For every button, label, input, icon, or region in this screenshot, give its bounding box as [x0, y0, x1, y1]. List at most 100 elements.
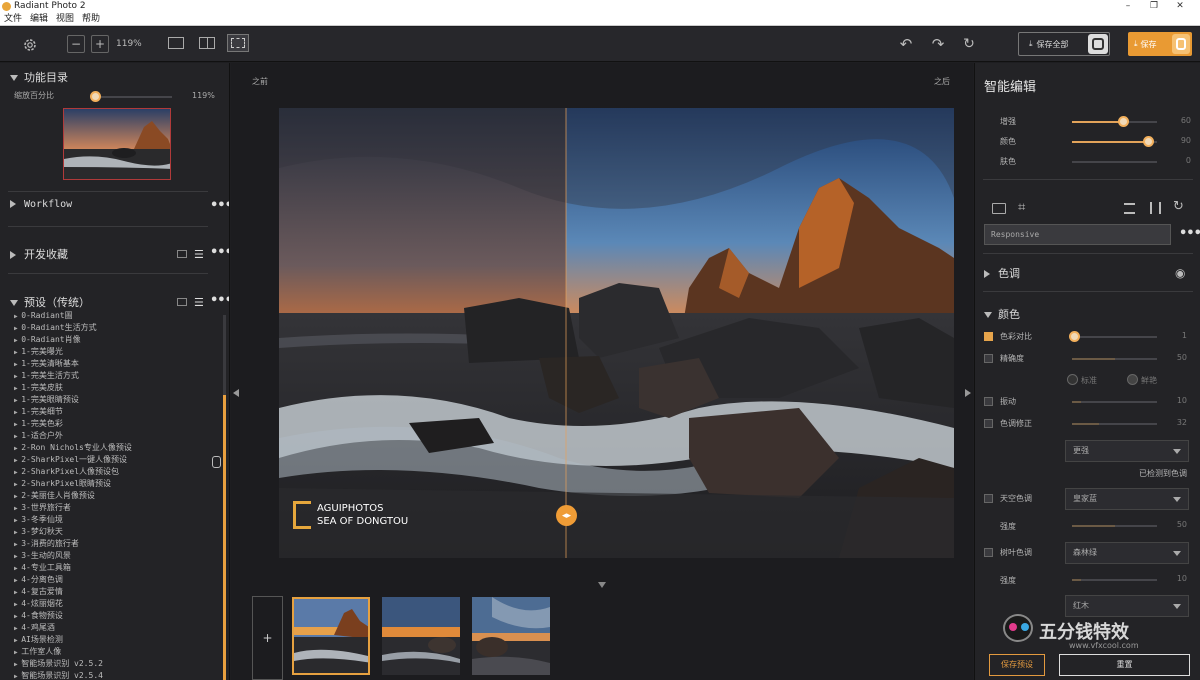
collapse-right-panel-icon[interactable] — [965, 389, 971, 397]
preset-item[interactable]: 4-分离色调 — [14, 574, 214, 586]
collapse-left-panel-icon[interactable] — [233, 389, 239, 397]
save-preset-button[interactable]: 保存预设 — [989, 654, 1045, 676]
enhance-slider[interactable] — [1072, 116, 1157, 127]
vivid-radio[interactable] — [1127, 374, 1138, 385]
color-knob[interactable] — [1143, 136, 1154, 147]
split-view-icon[interactable] — [227, 34, 249, 52]
color-contrast-checkbox[interactable] — [984, 332, 993, 341]
filmstrip-thumb-2[interactable] — [382, 597, 460, 675]
save-options-toggle-icon[interactable] — [1172, 34, 1190, 54]
preset-item[interactable]: 4-食物预设 — [14, 610, 214, 622]
vibrance-checkbox[interactable] — [984, 397, 993, 406]
color-contrast-slider[interactable] — [1069, 331, 1157, 342]
preset-item[interactable]: 4-复古爱情 — [14, 586, 214, 598]
grid-view-icon[interactable] — [177, 298, 187, 306]
workflow-header[interactable]: Workflow — [10, 199, 72, 210]
menu-view[interactable]: 视图 — [52, 13, 78, 26]
reset-button[interactable]: 重置 — [1059, 654, 1190, 676]
profile-select[interactable]: Responsive — [984, 224, 1171, 245]
preset-item[interactable]: 2-SharkPixel眼睛预设 — [14, 478, 214, 490]
preset-item[interactable]: 智能场景识别 v2.5.4 — [14, 670, 214, 680]
favorites-more-icon[interactable]: ••• — [210, 245, 229, 260]
foliage-strength-slider[interactable] — [1072, 579, 1157, 581]
menu-help[interactable]: 帮助 — [78, 13, 104, 26]
minimize-button[interactable]: – — [1118, 0, 1138, 13]
single-view-icon[interactable] — [168, 37, 184, 49]
preset-item[interactable]: 0-Radiant生活方式 — [14, 322, 214, 334]
menu-file[interactable]: 文件 — [0, 13, 26, 26]
visibility-eye-icon[interactable]: ◉ — [1175, 266, 1185, 280]
sky-strength-slider[interactable] — [1072, 525, 1157, 527]
image-icon[interactable] — [992, 203, 1006, 214]
foliage-tone-select[interactable]: 森林绿 — [1065, 542, 1189, 564]
preset-item[interactable]: AI场景检测 — [14, 634, 214, 646]
presets-header[interactable]: 预设（传统） — [10, 294, 90, 310]
panel-link-toggle-icon[interactable] — [212, 456, 221, 468]
zoom-percent-slider[interactable] — [90, 91, 172, 102]
dev-favorites-header[interactable]: 开发收藏 — [10, 246, 68, 262]
enhance-knob[interactable] — [1118, 116, 1129, 127]
preset-item[interactable]: 4-专业工具箱 — [14, 562, 214, 574]
skin-tone-slider[interactable] — [1072, 161, 1157, 163]
settings-gear-icon[interactable] — [20, 35, 40, 55]
standard-radio[interactable] — [1067, 374, 1078, 385]
zoom-in-button[interactable]: + — [91, 35, 109, 53]
filmstrip-thumb-1[interactable] — [292, 597, 370, 675]
preset-item[interactable]: 3-梦幻秋天 — [14, 526, 214, 538]
preset-item[interactable]: 1-完美眼睛预设 — [14, 394, 214, 406]
foliage-color-select[interactable]: 红木 — [1065, 595, 1189, 617]
color-contrast-knob[interactable] — [1069, 331, 1080, 342]
crop-icon[interactable]: ⌗ — [1018, 200, 1025, 215]
preset-item[interactable]: 1-完美细节 — [14, 406, 214, 418]
preset-item[interactable]: 工作室人像 — [14, 646, 214, 658]
preset-item[interactable]: 3-世界旅行者 — [14, 502, 214, 514]
preset-item[interactable]: 0-Radiant圖 — [14, 310, 214, 322]
preset-item[interactable]: 智能场景识别 v2.5.2 — [14, 658, 214, 670]
add-image-button[interactable]: + — [252, 596, 283, 680]
preset-item[interactable]: 0-Radiant肖像 — [14, 334, 214, 346]
sky-tone-checkbox[interactable] — [984, 494, 993, 503]
filmstrip-thumb-3[interactable] — [472, 597, 550, 675]
split-handle-icon[interactable]: ◂▸ — [556, 505, 577, 526]
preset-item[interactable]: 1-适合户外 — [14, 430, 214, 442]
navigator-thumbnail[interactable] — [63, 108, 171, 180]
preset-item[interactable]: 1-完美色彩 — [14, 418, 214, 430]
color-header[interactable]: 颜色 — [984, 306, 1020, 322]
preset-item[interactable]: 3-消费的旅行者 — [14, 538, 214, 550]
preset-item[interactable]: 1-完美皮肤 — [14, 382, 214, 394]
close-button[interactable]: ✕ — [1170, 0, 1190, 13]
sky-tone-select[interactable]: 皇家蓝 — [1065, 488, 1189, 510]
preset-scrollbar-thumb[interactable] — [223, 395, 226, 680]
catalog-header[interactable]: 功能目录 — [10, 69, 68, 85]
preset-item[interactable]: 1-完美生活方式 — [14, 370, 214, 382]
preset-item[interactable]: 1-完美清晰基本 — [14, 358, 214, 370]
photo-preview[interactable]: ◂▸ AGUIPHOTOS SEA OF DONGTOU — [279, 108, 954, 558]
preset-item[interactable]: 4-炫丽烟花 — [14, 598, 214, 610]
flip-vertical-icon[interactable] — [1124, 203, 1135, 214]
menu-edit[interactable]: 编辑 — [26, 13, 52, 26]
vibrance-slider[interactable] — [1072, 401, 1157, 403]
cast-correction-slider[interactable] — [1072, 423, 1157, 425]
list-view-icon[interactable]: ☰ — [194, 248, 204, 261]
precision-checkbox[interactable] — [984, 354, 993, 363]
filmstrip-toggle-icon[interactable] — [598, 582, 606, 588]
side-by-side-view-icon[interactable] — [199, 37, 215, 49]
workflow-more-icon[interactable]: ••• — [210, 198, 229, 213]
preset-item[interactable]: 1-完美曝光 — [14, 346, 214, 358]
list-view-icon[interactable]: ☰ — [194, 296, 204, 309]
reset-rotate-icon[interactable]: ↻ — [960, 35, 978, 53]
zoom-out-button[interactable]: − — [67, 35, 85, 53]
rotate-icon[interactable]: ↻ — [1173, 199, 1184, 214]
redo-icon[interactable]: ↷ — [929, 35, 947, 53]
preset-scrollbar[interactable] — [223, 315, 226, 680]
preset-item[interactable]: 2-SharkPixel人像预设包 — [14, 466, 214, 478]
undo-icon[interactable]: ↶ — [897, 35, 915, 53]
cast-strength-select[interactable]: 更强 — [1065, 440, 1189, 462]
preset-item[interactable]: 4-鸡尾酒 — [14, 622, 214, 634]
cast-correction-checkbox[interactable] — [984, 419, 993, 428]
preset-item[interactable]: 3-冬季仙境 — [14, 514, 214, 526]
preset-item[interactable]: 2-Ron Nichols专业人像预设 — [14, 442, 214, 454]
tone-header[interactable]: 色调 — [984, 265, 1020, 281]
flip-horizontal-icon[interactable] — [1150, 202, 1161, 214]
grid-view-icon[interactable] — [177, 250, 187, 258]
